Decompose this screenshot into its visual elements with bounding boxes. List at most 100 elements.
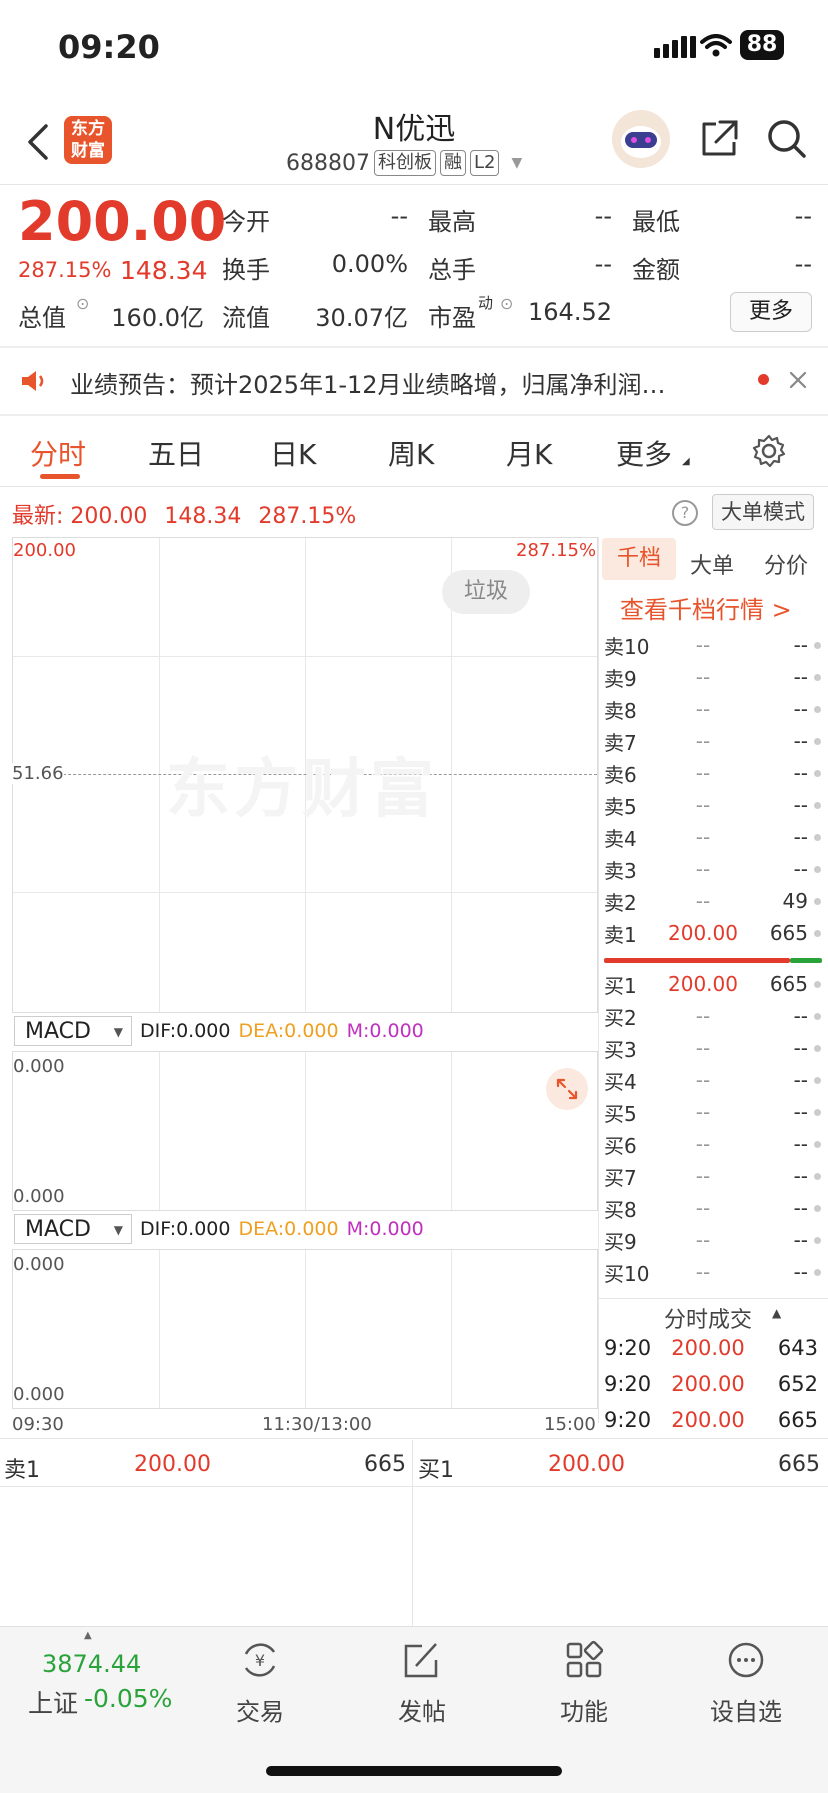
macd-toolbar-1: MACD DIF:0.000 DEA:0.000 M:0.000	[14, 1013, 598, 1049]
big-order-mode-button[interactable]: 大单模式	[712, 494, 814, 530]
pe-superscript: 动	[478, 294, 494, 312]
trades-title[interactable]: 分时成交	[664, 1302, 752, 1334]
ask-level-price: --	[695, 729, 711, 753]
macd-m: M:0.000	[346, 1020, 424, 1042]
ask-level-volume: --	[793, 793, 808, 817]
ask-level-row[interactable]: 卖4 -- --	[604, 822, 822, 852]
best-bid-vol: 665	[778, 1452, 820, 1477]
bid-level-row[interactable]: 买5 -- --	[604, 1097, 822, 1127]
stock-code: 688807	[286, 150, 370, 176]
tab-price-dist[interactable]: 分价	[764, 548, 808, 580]
ask-level-label: 卖9	[604, 666, 637, 691]
macd-top-value: 0.000	[13, 1056, 65, 1077]
level-dot	[814, 1204, 821, 1212]
level-dot	[814, 833, 821, 841]
help-icon[interactable]: ?	[672, 500, 698, 526]
ask-level-row[interactable]: 卖10 -- --	[604, 630, 822, 660]
nav-post[interactable]: 发帖	[352, 1640, 492, 1727]
bid-level-row[interactable]: 买7 -- --	[604, 1161, 822, 1191]
ask-level-row[interactable]: 卖3 -- --	[604, 854, 822, 884]
index-value[interactable]: 3874.44	[42, 1650, 141, 1678]
macd-chart-1[interactable]	[12, 1051, 598, 1211]
search-icon[interactable]	[766, 118, 808, 160]
level-dot	[814, 641, 821, 649]
ask-level-row[interactable]: 卖1 200.00 665	[604, 918, 822, 948]
bid-level-row[interactable]: 买10 -- --	[604, 1257, 822, 1287]
ask-level-price: --	[695, 697, 711, 721]
robot-assistant-icon[interactable]	[612, 110, 670, 168]
tab-daily-k[interactable]: 日K	[270, 433, 316, 473]
bid-level-row[interactable]: 买2 -- --	[604, 1001, 822, 1031]
level-dot	[814, 705, 821, 713]
ask-level-price: --	[695, 857, 711, 881]
bid-level-row[interactable]: 买9 -- --	[604, 1225, 822, 1255]
best-ask-vol: 665	[364, 1452, 406, 1477]
tab-more[interactable]: 更多	[616, 433, 672, 473]
level-dot	[814, 929, 821, 937]
tab-thousand-level[interactable]: 千档	[602, 538, 676, 580]
bid-level-row[interactable]: 买3 -- --	[604, 1033, 822, 1063]
nav-functions[interactable]: 功能	[514, 1640, 654, 1727]
notice-text[interactable]: 业绩预告：预计2025年1-12月业绩略增，归属净利润…	[70, 365, 666, 400]
share-icon[interactable]	[698, 118, 740, 160]
latest-line: 最新: 200.00 148.34 287.15%	[12, 498, 356, 530]
ask-level-volume: --	[793, 857, 808, 881]
bid-level-price: --	[695, 1132, 711, 1156]
ask-strength-bar	[604, 958, 790, 963]
bid-level-volume: --	[793, 1228, 808, 1252]
trash-tag[interactable]: 垃圾	[442, 570, 530, 614]
wifi-icon	[700, 34, 732, 57]
ask-level-label: 卖2	[604, 890, 637, 915]
bid-level-volume: --	[793, 1132, 808, 1156]
tab-five-day[interactable]: 五日	[148, 433, 204, 473]
ask-level-row[interactable]: 卖2 -- 49	[604, 886, 822, 916]
nav-trade[interactable]: ¥ 交易	[190, 1640, 330, 1727]
info-dots-icon[interactable]: ⊙	[500, 294, 513, 313]
pe-label: 市盈	[428, 304, 476, 332]
more-quote-button[interactable]: 更多	[730, 292, 812, 332]
settings-gear-icon[interactable]	[752, 434, 786, 468]
info-dots-icon[interactable]: ⊙	[76, 294, 89, 313]
level-dot	[814, 801, 821, 809]
x-label-midday: 11:30/13:00	[262, 1414, 372, 1435]
stock-subtitle[interactable]: 688807 科创板 融 L2 ▼	[286, 150, 522, 176]
edit-icon	[404, 1643, 438, 1678]
ask-level-row[interactable]: 卖6 -- --	[604, 758, 822, 788]
ask-level-label: 卖7	[604, 730, 637, 755]
current-price: 200.00	[18, 190, 227, 253]
mktcap-value: 160.0亿	[111, 304, 204, 332]
more-dots-icon	[728, 1642, 764, 1678]
macd-chart-2[interactable]	[12, 1249, 598, 1409]
ask-level-row[interactable]: 卖9 -- --	[604, 662, 822, 692]
view-thousand-link[interactable]: 查看千档行情 >	[620, 590, 792, 625]
amount-value: --	[794, 250, 812, 278]
expand-icon[interactable]	[546, 1068, 588, 1110]
tab-weekly-k[interactable]: 周K	[388, 433, 434, 473]
indicator-select[interactable]: MACD	[14, 1016, 132, 1047]
bid-level-row[interactable]: 买4 -- --	[604, 1065, 822, 1095]
bid-level-price: --	[695, 1068, 711, 1092]
close-icon[interactable]	[788, 370, 808, 390]
bid-level-volume: --	[793, 1260, 808, 1284]
triangle-up-icon: ▲	[772, 1306, 782, 1320]
nav-watchlist[interactable]: 设自选	[676, 1640, 816, 1727]
ask-level-row[interactable]: 卖7 -- --	[604, 726, 822, 756]
unread-dot	[758, 374, 769, 385]
ask-level-row[interactable]: 卖5 -- --	[604, 790, 822, 820]
tab-big-orders[interactable]: 大单	[690, 548, 734, 580]
indicator-select[interactable]: MACD	[14, 1214, 132, 1245]
tab-monthly-k[interactable]: 月K	[506, 433, 552, 473]
bid-level-price: --	[695, 1260, 711, 1284]
trade-price: 200.00	[671, 1372, 745, 1396]
level-dot	[814, 1076, 821, 1084]
bid-level-row[interactable]: 买1 200.00 665	[604, 969, 822, 999]
ask-level-row[interactable]: 卖8 -- --	[604, 694, 822, 724]
chevron-down-icon: ▼	[511, 155, 523, 171]
open-value: --	[390, 202, 408, 230]
bid-level-row[interactable]: 买8 -- --	[604, 1193, 822, 1223]
bid-level-volume: --	[793, 1068, 808, 1092]
ask-level-label: 卖10	[604, 634, 650, 659]
latest-pct: 287.15%	[258, 504, 357, 529]
tab-intraday[interactable]: 分时	[30, 433, 86, 473]
bid-level-row[interactable]: 买6 -- --	[604, 1129, 822, 1159]
